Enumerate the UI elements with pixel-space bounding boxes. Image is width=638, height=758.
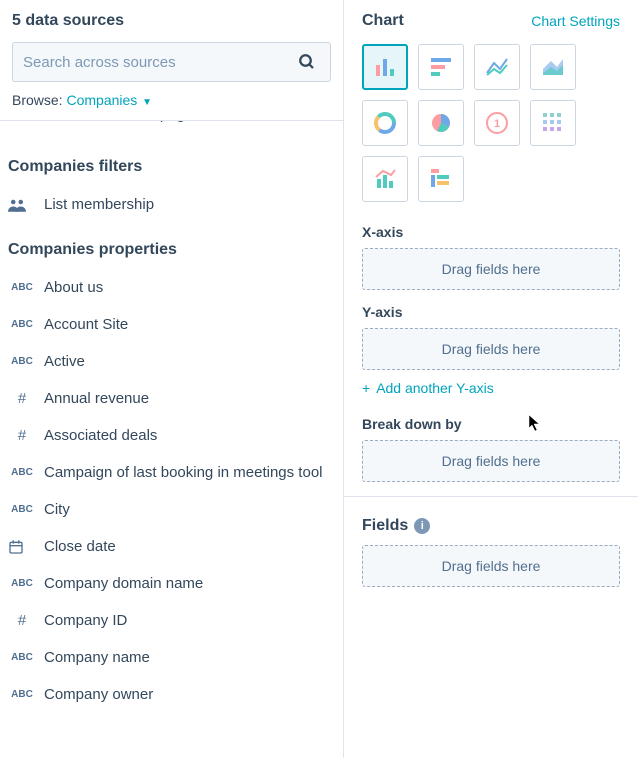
companies-filters-heading: Companies filters <box>8 140 335 186</box>
chart-type-pie[interactable] <box>418 100 464 146</box>
people-icon <box>8 198 36 212</box>
list-item[interactable]: ABC Active <box>8 343 335 380</box>
companies-properties-heading: Companies properties <box>8 223 335 269</box>
chevron-down-icon: ▼ <box>139 97 152 108</box>
property-label: City <box>44 501 70 518</box>
breakdown-dropzone[interactable]: Drag fields here <box>362 440 620 482</box>
browse-dropdown[interactable]: Companies ▼ <box>66 92 152 108</box>
list-item[interactable]: ABC Company domain name <box>8 565 335 602</box>
property-label: About us <box>44 279 103 296</box>
x-axis-dropzone[interactable]: Drag fields here <box>362 248 620 290</box>
text-icon: ABC <box>8 356 36 367</box>
property-label: Company domain name <box>44 575 203 592</box>
text-icon: ABC <box>8 578 36 589</box>
plus-icon: + <box>362 380 370 396</box>
number-icon: # <box>8 390 36 407</box>
property-label: Annual revenue <box>44 390 149 407</box>
search-box[interactable] <box>12 42 331 82</box>
list-item[interactable]: ABC About us <box>8 269 335 306</box>
text-icon: ABC <box>8 319 36 330</box>
property-label: Associated deals <box>44 427 157 444</box>
number-icon: # <box>8 121 36 123</box>
text-icon: ABC <box>8 504 36 515</box>
search-input[interactable] <box>23 54 294 71</box>
fields-dropzone[interactable]: Drag fields here <box>362 545 620 587</box>
list-item[interactable]: ABC Company owner <box>8 676 335 713</box>
property-label: Account Site <box>44 316 128 333</box>
list-item[interactable]: # Company ID <box>8 602 335 639</box>
property-label: Count of website pages <box>44 121 201 123</box>
chart-type-kpi[interactable]: 1 <box>474 100 520 146</box>
chart-type-grid: 1 <box>362 44 620 202</box>
chart-heading: Chart <box>362 12 404 30</box>
property-label: Close date <box>44 538 116 555</box>
chart-type-area[interactable] <box>530 44 576 90</box>
browse-row: Browse: Companies ▼ <box>12 92 331 108</box>
y-axis-dropzone[interactable]: Drag fields here <box>362 328 620 370</box>
search-icon[interactable] <box>294 49 320 75</box>
chart-type-horizontal-bar[interactable] <box>418 44 464 90</box>
list-item[interactable]: ABC City <box>8 491 335 528</box>
text-icon: ABC <box>8 689 36 700</box>
property-label: Active <box>44 353 85 370</box>
text-icon: ABC <box>8 652 36 663</box>
x-axis-label: X-axis <box>362 224 620 240</box>
add-y-axis-link[interactable]: + Add another Y-axis <box>362 380 620 396</box>
chart-type-combo[interactable] <box>362 156 408 202</box>
text-icon: ABC <box>8 467 36 478</box>
svg-text:1: 1 <box>494 118 500 130</box>
list-item[interactable]: ABC Company name <box>8 639 335 676</box>
chart-type-donut[interactable] <box>362 100 408 146</box>
property-label: List membership <box>44 196 154 213</box>
properties-scroll[interactable]: # Count of website pages Companies filte… <box>0 121 343 758</box>
right-panel: Chart Chart Settings 1 <box>344 0 638 758</box>
list-item[interactable]: # Count of website pages <box>8 121 335 136</box>
property-label: Company name <box>44 649 150 666</box>
list-item[interactable]: # Annual revenue <box>8 380 335 417</box>
data-sources-title: 5 data sources <box>12 12 331 30</box>
fields-heading: Fields <box>362 517 408 535</box>
number-icon: # <box>8 612 36 629</box>
chart-type-pivot[interactable] <box>418 156 464 202</box>
property-label: Company ID <box>44 612 127 629</box>
list-item[interactable]: ABC Account Site <box>8 306 335 343</box>
browse-label: Browse: <box>12 92 63 108</box>
list-item[interactable]: # Associated deals <box>8 417 335 454</box>
left-panel: 5 data sources Browse: Companies ▼ # Cou… <box>0 0 344 758</box>
breakdown-label: Break down by <box>362 416 620 432</box>
calendar-icon <box>8 539 36 555</box>
chart-type-line[interactable] <box>474 44 520 90</box>
chart-type-vertical-bar[interactable] <box>362 44 408 90</box>
property-label: Campaign of last booking in meetings too… <box>44 464 323 481</box>
list-item[interactable]: Close date <box>8 528 335 565</box>
chart-settings-link[interactable]: Chart Settings <box>531 13 620 29</box>
text-icon: ABC <box>8 282 36 293</box>
y-axis-label: Y-axis <box>362 304 620 320</box>
list-item[interactable]: List membership <box>8 186 335 223</box>
property-label: Company owner <box>44 686 153 703</box>
number-icon: # <box>8 427 36 444</box>
list-item[interactable]: ABC Campaign of last booking in meetings … <box>8 454 335 491</box>
chart-type-table[interactable] <box>530 100 576 146</box>
info-icon[interactable]: i <box>414 518 430 534</box>
